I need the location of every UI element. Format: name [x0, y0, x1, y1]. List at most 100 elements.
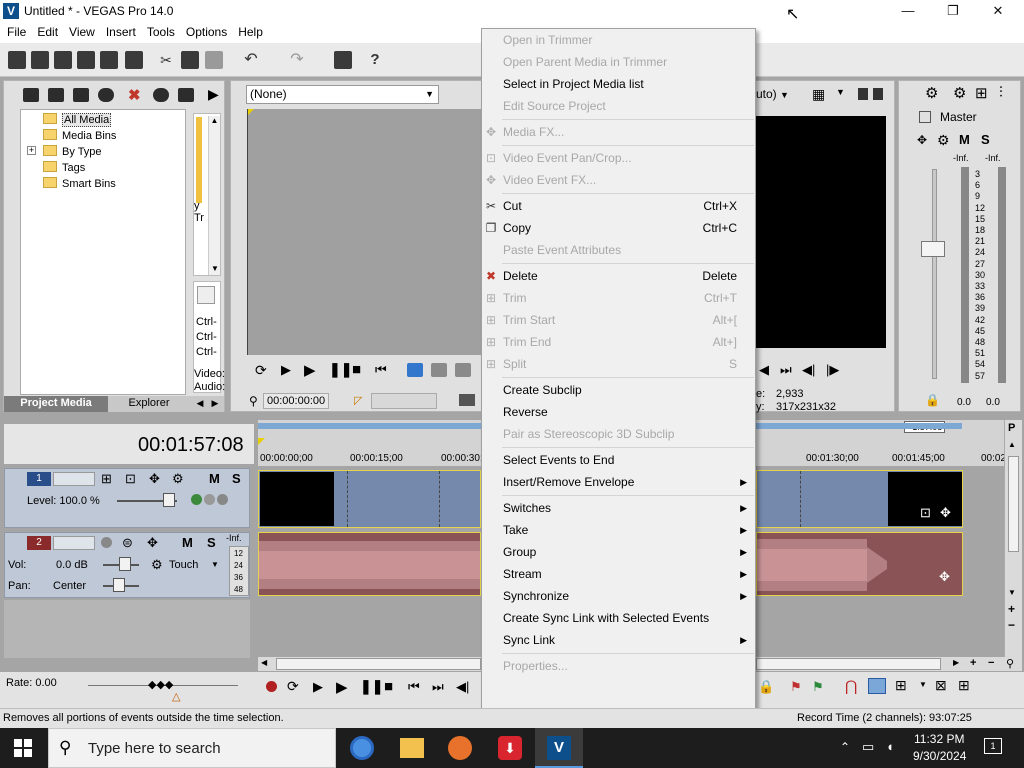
menu-item-select-events-to-end[interactable]: Select Events to End: [482, 450, 755, 470]
master-gear-icon[interactable]: ⚙: [925, 84, 938, 102]
lock-envelopes-icon[interactable]: 🔒: [758, 679, 774, 695]
timeline-vertical-scrollbar[interactable]: P ▲ ▼ + −: [1004, 420, 1022, 670]
scroll-right-icon[interactable]: ▶: [953, 658, 959, 667]
menu-item-open-parent-media-in-trimmer[interactable]: Open Parent Media in Trimmer: [482, 52, 755, 72]
menu-item-trim-start[interactable]: ⊞ Trim Start Alt+[: [482, 310, 755, 330]
stop-icon[interactable]: ■: [352, 361, 361, 378]
menu-item-cut[interactable]: ✂ Cut Ctrl+X: [482, 196, 755, 216]
undo-icon[interactable]: ↶: [242, 51, 260, 69]
timeline-horizontal-scrollbar[interactable]: ◀: [258, 657, 481, 671]
auto-crossfade-icon[interactable]: [868, 678, 886, 694]
menu-tools[interactable]: Tools: [143, 23, 182, 43]
menu-item-properties[interactable]: Properties...: [482, 656, 755, 676]
menu-item-insert-remove-envelope[interactable]: Insert/Remove Envelope ▶: [482, 472, 755, 492]
master-route-icon[interactable]: ✥: [917, 133, 927, 147]
menu-insert[interactable]: Insert: [102, 23, 143, 43]
menu-file[interactable]: File: [3, 23, 33, 43]
record-arm-icon[interactable]: [101, 537, 112, 548]
web-icon[interactable]: [98, 88, 114, 102]
lock-icon[interactable]: 🔒: [925, 393, 940, 407]
vegas-taskbar-button[interactable]: V: [535, 728, 583, 768]
trimmer-viewer[interactable]: [247, 109, 483, 355]
go-to-end-icon[interactable]: ⏭: [780, 362, 792, 378]
ripple-edit-icon[interactable]: ⊞: [895, 677, 907, 694]
pan-crop-icon[interactable]: ⊡: [920, 505, 931, 521]
menu-item-group[interactable]: Group ▶: [482, 542, 755, 562]
media-list-scrollbar[interactable]: ▲ ▼: [208, 116, 220, 275]
vol-slider-handle[interactable]: [119, 557, 131, 571]
cut-icon[interactable]: ✂: [157, 51, 175, 69]
properties-gear-icon[interactable]: [125, 51, 143, 69]
chevron-down-icon[interactable]: ▼: [211, 560, 219, 569]
rewind-icon[interactable]: ◀|: [802, 362, 815, 378]
trimmer-selection-field[interactable]: [371, 393, 437, 409]
trimmer-tool-icon[interactable]: [407, 363, 423, 377]
timeline-horizontal-scrollbar-right[interactable]: ▶ + − ⚲: [756, 657, 1022, 671]
track-name-field[interactable]: [53, 472, 95, 486]
ignore-event-grouping-icon[interactable]: ⊞: [958, 677, 970, 694]
help-icon[interactable]: ?: [366, 51, 384, 69]
composite-mode-icon[interactable]: [191, 494, 229, 508]
tab-explorer[interactable]: Explorer: [110, 396, 188, 412]
trimmer-timecode[interactable]: 00:00:00:00: [263, 393, 329, 409]
video-track-header[interactable]: 1 ⊞ ⊡ ✥ ⚙ M S Level: 100.0 %: [4, 468, 250, 528]
taskbar-search[interactable]: ⚲ Type here to search: [48, 728, 336, 768]
media-properties-icon[interactable]: [153, 88, 169, 102]
master-fx-icon[interactable]: ⚙: [953, 84, 966, 102]
clock-time[interactable]: 11:32 PM: [914, 732, 964, 746]
automation-mode[interactable]: Touch: [169, 559, 198, 571]
video-event-right[interactable]: ⊡ ✥: [756, 470, 963, 528]
zoom-in-icon[interactable]: +: [1008, 602, 1015, 616]
rate-reset-icon[interactable]: △: [172, 690, 180, 703]
downmix-icon[interactable]: ⊞: [975, 84, 988, 102]
menu-item-trim[interactable]: ⊞ Trim Ctrl+T: [482, 288, 755, 308]
menu-options[interactable]: Options: [182, 23, 234, 43]
tab-scroll-right-icon[interactable]: ▶: [208, 396, 222, 412]
rate-slider-handle[interactable]: ◆◆◆: [148, 678, 173, 691]
video-event[interactable]: [258, 470, 481, 528]
timeline-ruler[interactable]: 00:00:00;00 00:00:15;00 00:00:30;: [258, 420, 483, 466]
h-zoom-in-icon[interactable]: +: [970, 657, 976, 669]
play-from-start-icon[interactable]: ▶: [281, 362, 291, 378]
loop-icon[interactable]: ⟳: [255, 362, 267, 379]
go-to-end-icon[interactable]: ⏭: [432, 679, 444, 695]
audio-event-right[interactable]: ✥: [756, 532, 963, 596]
file-explorer-icon[interactable]: [400, 738, 424, 758]
menu-item-create-subclip[interactable]: Create Subclip: [482, 380, 755, 400]
grid-overlay-icon[interactable]: ▦: [812, 86, 825, 103]
track-fx-icon[interactable]: ⊡: [125, 471, 136, 487]
menu-item-split[interactable]: ⊞ Split S: [482, 354, 755, 374]
media-fx-icon[interactable]: [178, 88, 194, 102]
menu-item-pair-as-stereoscopic-3d-subclip[interactable]: Pair as Stereoscopic 3D Subclip: [482, 424, 755, 444]
prev-frame-icon[interactable]: ◀|: [456, 679, 469, 695]
remove-media-icon[interactable]: ✖: [128, 86, 141, 104]
windows-start-icon[interactable]: [14, 739, 32, 757]
firefox-icon[interactable]: [448, 736, 472, 760]
scroll-up-icon[interactable]: ▲: [1008, 440, 1016, 449]
master-solo-button[interactable]: S: [981, 132, 990, 147]
track-name-field[interactable]: [53, 536, 95, 550]
render-icon[interactable]: [100, 51, 118, 69]
level-slider-handle[interactable]: [163, 493, 175, 507]
automation-gear-icon[interactable]: ⚙: [151, 557, 163, 573]
scroll-left-icon[interactable]: ◀: [261, 658, 267, 667]
menu-item-video-event-fx[interactable]: ✥ Video Event FX...: [482, 170, 755, 190]
open-icon[interactable]: [31, 51, 49, 69]
menu-item-take[interactable]: Take ▶: [482, 520, 755, 540]
trimmer-media-dropdown[interactable]: (None) ▼: [246, 85, 439, 104]
go-to-start-icon[interactable]: ⏮: [375, 362, 387, 378]
maximize-button[interactable]: ❐: [944, 3, 962, 19]
download-app-icon[interactable]: ⬇: [498, 736, 522, 760]
event-fx-icon[interactable]: ✥: [939, 569, 950, 585]
whats-this-icon[interactable]: [334, 51, 352, 69]
paste-icon[interactable]: [205, 51, 223, 69]
forward-icon[interactable]: |▶: [826, 362, 839, 378]
menu-item-open-in-trimmer[interactable]: Open in Trimmer: [482, 30, 755, 50]
zoom-magnifier-icon[interactable]: ⚲: [1006, 657, 1014, 670]
tree-item-media-bins[interactable]: Media Bins: [43, 129, 116, 142]
network-icon[interactable]: ▭: [862, 739, 874, 755]
chevron-down-icon[interactable]: ▼: [836, 87, 845, 97]
tree-item-smart-bins[interactable]: Smart Bins: [43, 177, 116, 190]
tree-item-all-media[interactable]: All Media: [43, 113, 112, 127]
tray-chevron-icon[interactable]: ⌃: [840, 740, 850, 754]
